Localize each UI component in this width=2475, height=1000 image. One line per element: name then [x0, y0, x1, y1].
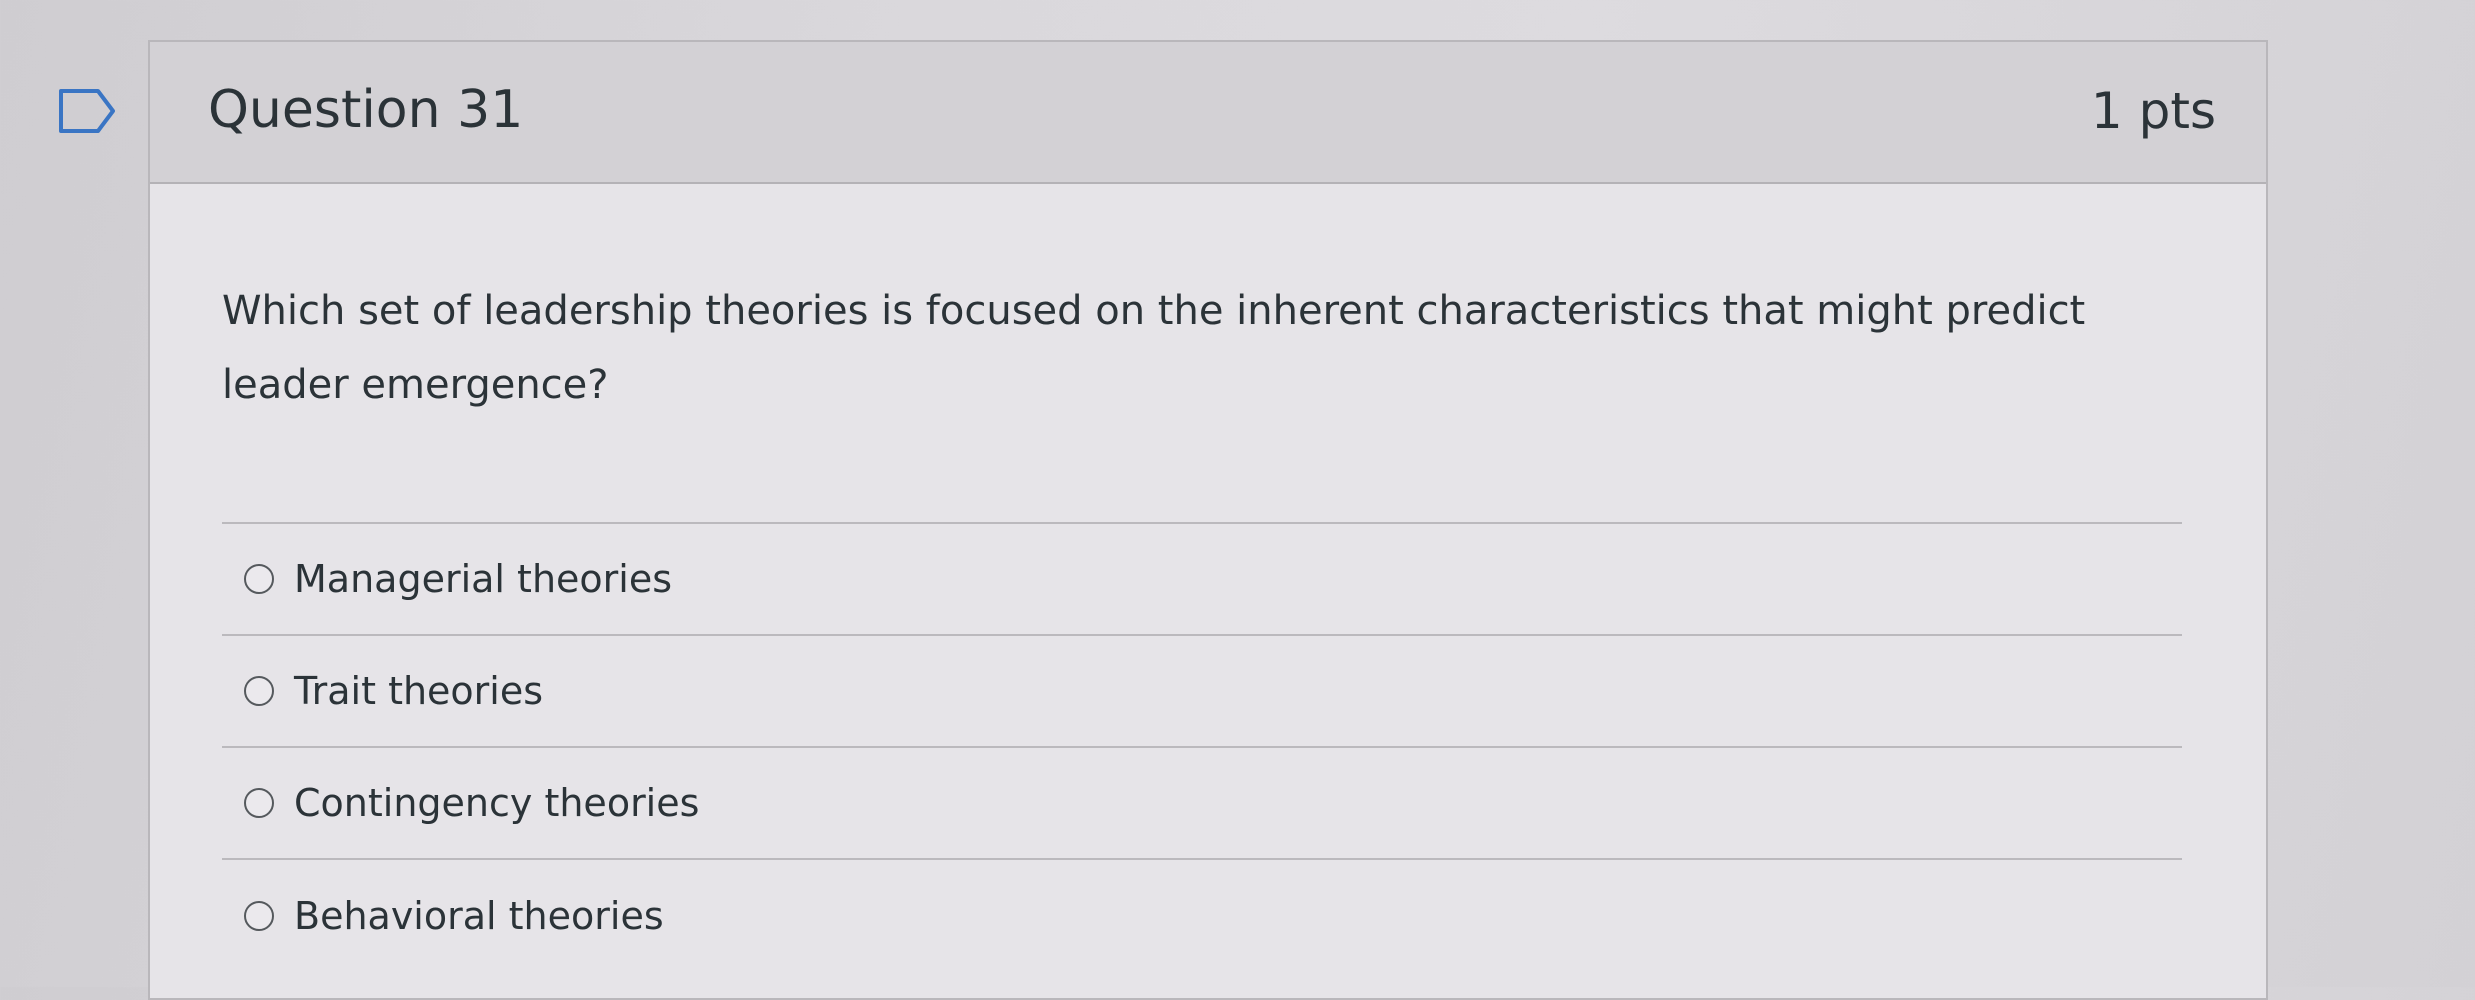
question-text: Which set of leadership theories is focu… — [222, 288, 2086, 408]
answer-option-trait[interactable]: Trait theories — [222, 636, 2182, 748]
answer-label: Contingency theories — [294, 781, 700, 825]
answer-label: Managerial theories — [294, 557, 673, 601]
question-title: Question 31 — [208, 80, 524, 140]
radio-button-icon[interactable] — [244, 901, 274, 931]
question-header: Question 31 1 pts — [150, 42, 2266, 184]
answer-label: Trait theories — [294, 669, 544, 713]
radio-button-icon[interactable] — [244, 788, 274, 818]
answer-option-contingency[interactable]: Contingency theories — [222, 748, 2182, 860]
bookmark-flag-icon[interactable] — [58, 88, 116, 134]
radio-button-icon[interactable] — [244, 564, 274, 594]
question-card: Question 31 1 pts Which set of leadershi… — [148, 40, 2268, 1000]
question-body: Which set of leadership theories is focu… — [222, 274, 2202, 422]
answer-list: Managerial theories Trait theories Conti… — [222, 522, 2182, 972]
radio-button-icon[interactable] — [244, 676, 274, 706]
answer-label: Behavioral theories — [294, 894, 664, 938]
answer-option-behavioral[interactable]: Behavioral theories — [222, 860, 2182, 972]
answer-option-managerial[interactable]: Managerial theories — [222, 524, 2182, 636]
question-points: 1 pts — [2090, 82, 2216, 140]
